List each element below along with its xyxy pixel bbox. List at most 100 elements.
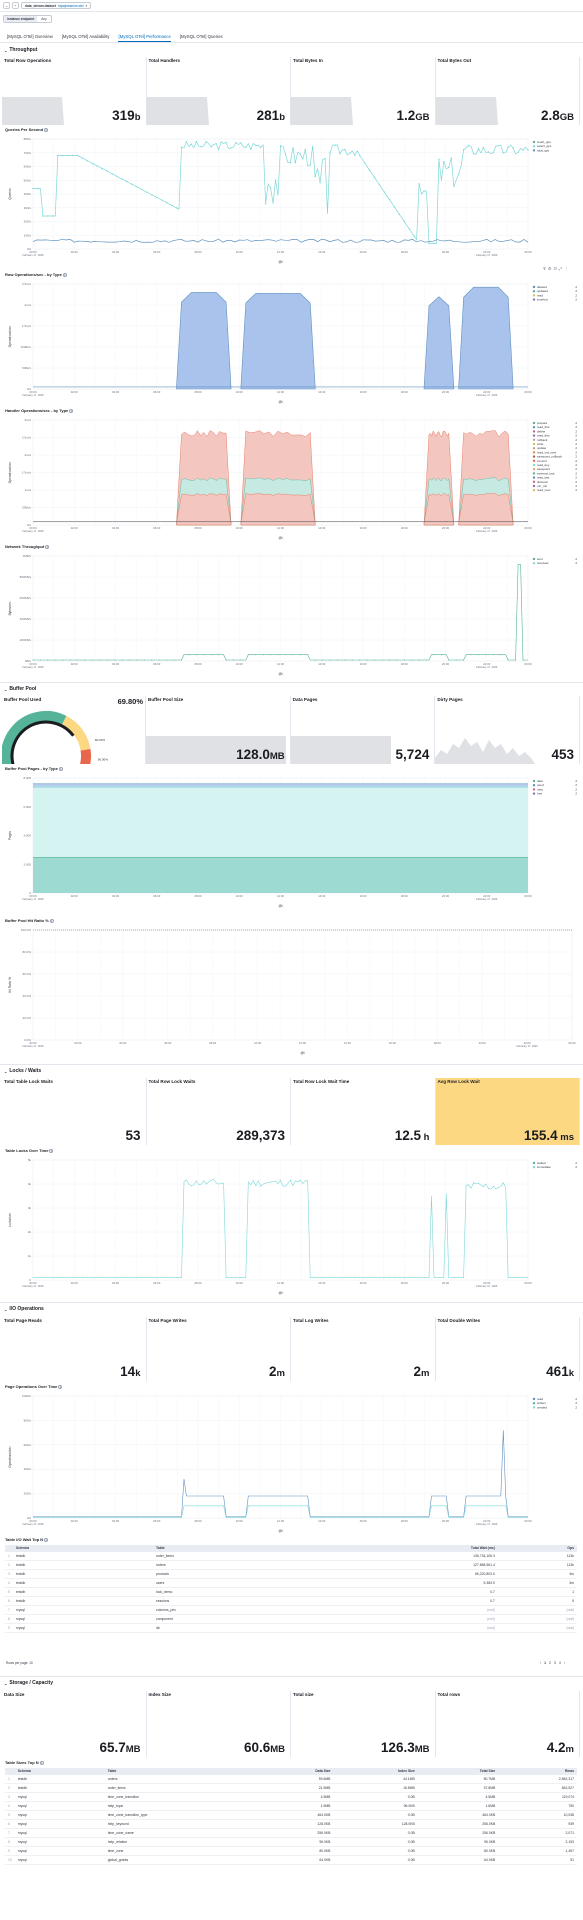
table-cell: time_zone_transition_type (104, 1810, 255, 1820)
filter-pill[interactable]: data_stream.dataset mysqlobserve.otel × (21, 2, 92, 9)
x-tick-label: 04:00 (112, 250, 119, 254)
table-row[interactable]: 5 testdb lock_demo 0.7 1 (5, 1587, 577, 1597)
series-point (181, 659, 182, 661)
section-locks[interactable]: ⌄ Locks / Waits (4, 1068, 41, 1074)
filter-icon[interactable]: ⊽ (543, 266, 546, 271)
y-tick-label: 700/s (24, 151, 32, 155)
table-row[interactable]: 2 testdb order_items 21.5MB 16.5MB 37.8MB 842,… (5, 1783, 577, 1793)
settings-icon[interactable]: ⚙ (548, 266, 552, 271)
inspect-icon[interactable]: ⊡ (554, 266, 557, 271)
table-cell: 9 (497, 1596, 577, 1606)
series-point (250, 148, 252, 150)
series-point (121, 1277, 123, 1279)
more-icon[interactable]: ⋮ (564, 266, 568, 271)
series-point (52, 215, 54, 217)
chevron-down-icon: ⌄ (4, 686, 8, 692)
table-row[interactable]: 6 mysql help_keyword 128.0KB 128.0KB 256.0KB 9… (5, 1819, 577, 1829)
series-point (141, 1277, 143, 1279)
locks-tile: Total Row Lock Wait Time 12.5 h (291, 1078, 436, 1145)
series-point (200, 145, 202, 148)
x-tick-label: 02:00 (71, 390, 78, 394)
legend-swatch (532, 788, 536, 791)
expand-icon[interactable]: ⤢ (559, 266, 562, 271)
next-page-icon[interactable]: › (564, 1661, 565, 1665)
page-1[interactable]: 1 (544, 1661, 546, 1665)
series-point (497, 145, 499, 147)
section-title: Storage / Capacity (9, 1680, 53, 1686)
series-point (111, 173, 113, 175)
y-tick-label: 2.5m/s (22, 282, 32, 286)
series-point (87, 1277, 88, 1279)
tile-value: 319b (112, 108, 141, 123)
series-point (411, 659, 413, 661)
table-row[interactable]: 2 testdb orders 127,868,561.4 113k (5, 1560, 577, 1570)
table-row[interactable]: 9 mysql time_zone 80.0KB 0.0B 80.0KB 1,457 (5, 1846, 577, 1856)
x-tick-label: 18:00 (401, 250, 408, 254)
series-point (106, 659, 108, 661)
plus-icon[interactable]: + (12, 2, 19, 9)
series-point (146, 191, 148, 193)
date-label: February 17, 2026 (476, 897, 498, 901)
table-row[interactable]: 3 testdb products 65,220,803.0 4m (5, 1569, 577, 1579)
table-row[interactable]: 9 mysql db (null) (null) (5, 1623, 577, 1633)
chevron-down-icon[interactable]: ⌄ (3, 2, 10, 9)
table-row[interactable]: 3 mysql time_zone_transition 4.5MB 0.0B 4.5MB… (5, 1792, 577, 1802)
legend-swatch (532, 455, 536, 458)
series-point (366, 659, 368, 661)
section-buffer-pool[interactable]: ⌄ Buffer Pool (4, 686, 36, 692)
table-row[interactable]: 4 testdb users 5,383.9 3m (5, 1578, 577, 1588)
table-row[interactable]: 10 mysql global_grants 64.0KB 0.0B 64.0KB 51 (5, 1855, 577, 1865)
section-throughput[interactable]: ⌄ Throughput (4, 47, 37, 53)
series-point (378, 184, 381, 186)
series-point (39, 659, 41, 661)
series-point (500, 654, 502, 656)
table-row[interactable]: 7 mysql columns_priv (null) (null) (5, 1605, 577, 1615)
x-tick-label: 14:00 (318, 390, 325, 394)
page-4[interactable]: 4 (559, 1661, 561, 1665)
table-row[interactable]: 7 mysql time_zone_name 256.0KB 0.0B 256.0KB 2,… (5, 1828, 577, 1838)
throughput-tile: Total Row Operations 319b (2, 57, 147, 125)
tile-title: Data Size (4, 1692, 25, 1697)
table-row[interactable]: 1 testdb orders 59.6MB 44.1MB 80.7MB 2,862,317 (5, 1774, 577, 1784)
section-storage[interactable]: ⌄ Storage / Capacity (4, 1680, 53, 1686)
date-label: February 17, 2026 (22, 1284, 44, 1288)
x-tick-label: 10:00 (236, 526, 243, 530)
table-row[interactable]: 4 mysql help_topic 1.5MB 96.0KB 1.6MB 750 (5, 1801, 577, 1811)
tab-overview[interactable]: [MySQL OTel] Overview (7, 33, 53, 42)
series-point (255, 1185, 257, 1187)
series-point (388, 1277, 390, 1279)
series-point (72, 1277, 74, 1279)
series-point (507, 146, 509, 148)
close-icon[interactable]: × (86, 4, 88, 8)
legend-label: received (537, 561, 549, 565)
pagination: ‹ 1 2 3 4 › (540, 1661, 565, 1665)
page-2[interactable]: 2 (549, 1661, 551, 1665)
rows-per-page[interactable]: Rows per page: 10 (6, 1661, 33, 1665)
table-row[interactable]: 6 testdb sessions 0.7 9 (5, 1596, 577, 1606)
tab-availability[interactable]: [MySQL OTel] Availability (62, 33, 110, 42)
table-cell: help_topic (104, 1801, 255, 1811)
tab-queries[interactable]: [MySQL OTel] Queries (180, 33, 223, 42)
series-point (47, 1277, 49, 1279)
series-point (151, 1277, 153, 1279)
table-row[interactable]: 1 testdb order_items 136,734,106.3 113k (5, 1551, 577, 1561)
section-io[interactable]: ⌄ I/O Operations (4, 1306, 44, 1312)
table-row[interactable]: 8 mysql component (null) (null) (5, 1614, 577, 1624)
x-tick-label: 18:00 (401, 894, 408, 898)
series-point (440, 654, 442, 656)
tab-performance[interactable]: [MySQL OTel] Performance (118, 33, 171, 42)
table-row[interactable]: 5 mysql time_zone_transition_type 464.0KB 0.… (5, 1810, 577, 1820)
table-row[interactable]: 8 mysql help_relation 96.0KB 0.0B 96.0KB 2,153 (5, 1837, 577, 1847)
y-axis-label: Bytes/sec (8, 601, 12, 615)
instance-filter[interactable]: instance.endpoint Any (3, 15, 52, 23)
row-index: 7 (5, 1605, 13, 1615)
tile-title: Total Double Writes (437, 1318, 481, 1323)
prev-page-icon[interactable]: ‹ (540, 1661, 541, 1665)
series-point (458, 173, 460, 175)
page-3[interactable]: 3 (554, 1661, 556, 1665)
series-point (418, 659, 420, 661)
x-tick-label: 18:00 (401, 1519, 408, 1523)
x-tick-label: 08:00 (195, 1519, 202, 1523)
table-cell: 4.5MB (254, 1792, 334, 1802)
legend-swatch (532, 290, 536, 293)
